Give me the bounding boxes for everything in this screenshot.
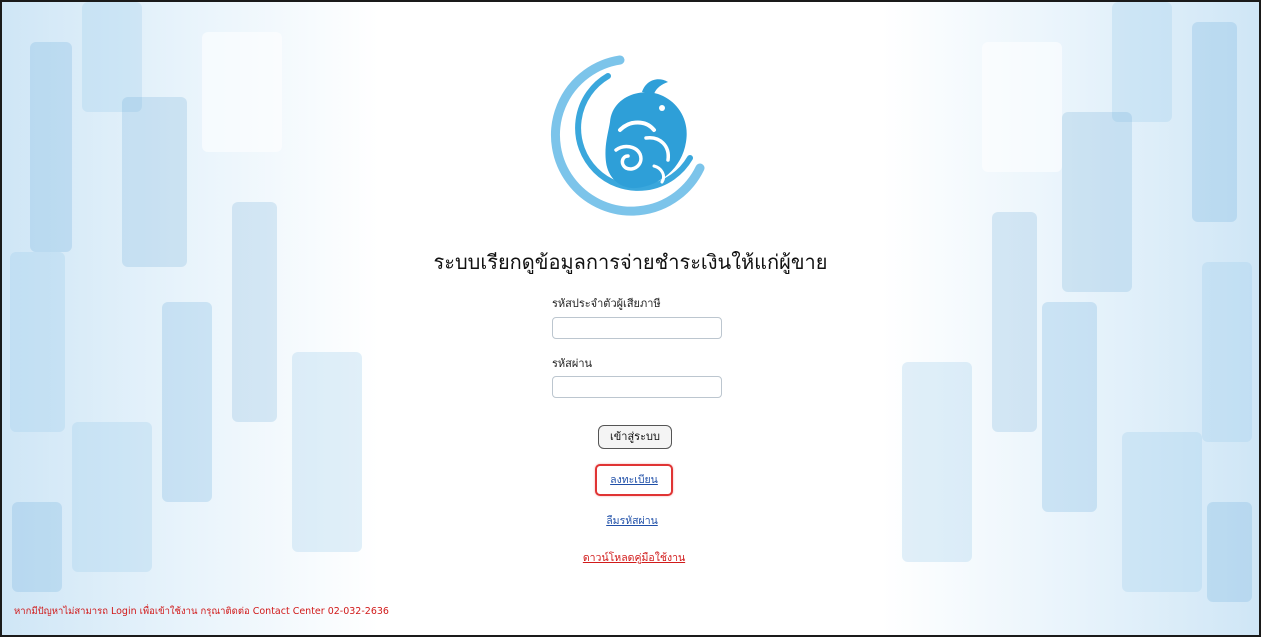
bg-decoration <box>202 32 282 152</box>
forgot-password-link[interactable]: ลืมรหัสผ่าน <box>595 512 669 529</box>
login-button[interactable]: เข้าสู่ระบบ <box>598 425 672 449</box>
bg-decoration <box>232 202 277 422</box>
bg-decoration <box>992 212 1037 432</box>
login-form: รหัสประจำตัวผู้เสียภาษี รหัสผ่าน <box>552 294 722 398</box>
bg-decoration <box>292 352 362 552</box>
bg-decoration <box>82 2 142 112</box>
bg-decoration <box>1122 432 1202 592</box>
bg-decoration <box>902 362 972 562</box>
bg-decoration <box>10 252 65 432</box>
bg-decoration <box>72 422 152 572</box>
bg-decoration <box>1202 262 1252 442</box>
bg-decoration <box>122 97 187 267</box>
password-input[interactable] <box>552 376 722 398</box>
garuda-emblem-icon <box>550 50 722 222</box>
bg-decoration <box>12 502 62 592</box>
register-link[interactable]: ลงทะเบียน <box>599 471 669 488</box>
bg-decoration <box>982 42 1062 172</box>
taxid-input[interactable] <box>552 316 722 339</box>
login-page: ระบบเรียกดูข้อมูลการจ่ายชำระเงินให้แก่ผู… <box>0 0 1261 637</box>
bg-decoration <box>1207 502 1252 602</box>
bg-decoration <box>1112 2 1172 122</box>
password-label: รหัสผ่าน <box>552 356 593 370</box>
bg-decoration <box>30 42 72 252</box>
page-title: ระบบเรียกดูข้อมูลการจ่ายชำระเงินให้แก่ผู… <box>433 250 828 274</box>
contact-note: หากมีปัญหาไม่สามารถ Login เพื่อเข้าใช้งา… <box>14 606 389 617</box>
bg-decoration <box>162 302 212 502</box>
bg-decoration <box>1192 22 1237 222</box>
download-manual-link[interactable]: ดาวน์โหลดคู่มือใช้งาน <box>574 549 694 566</box>
bg-decoration <box>1042 302 1097 512</box>
taxid-label: รหัสประจำตัวผู้เสียภาษี <box>552 297 661 310</box>
